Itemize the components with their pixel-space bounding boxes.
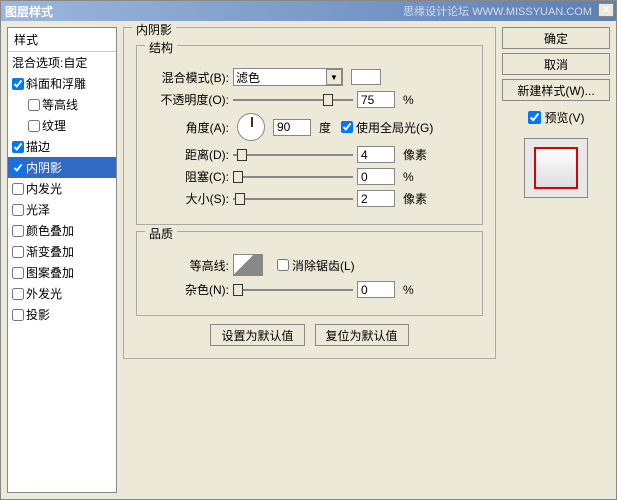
new-style-button[interactable]: 新建样式(W)... (502, 79, 610, 101)
watermark: 思缘设计论坛 WWW.MISSYUAN.COM (403, 3, 592, 19)
sidebar-item-8[interactable]: 渐变叠加 (8, 241, 116, 262)
angle-dial[interactable] (237, 113, 265, 141)
inner-shadow-panel: 内阴影 结构 混合模式(B): 滤色 ▼ (123, 27, 496, 359)
style-checkbox[interactable] (12, 141, 24, 153)
sidebar-item-2[interactable]: 纹理 (8, 115, 116, 136)
sidebar-item-10[interactable]: 外发光 (8, 283, 116, 304)
style-checkbox[interactable] (12, 162, 24, 174)
global-light-checkbox[interactable]: 使用全局光(G) (341, 119, 433, 136)
cancel-button[interactable]: 取消 (502, 53, 610, 75)
dialog-title: 图层样式 (5, 3, 403, 20)
preview-checkbox[interactable]: 预览(V) (502, 109, 610, 126)
opacity-slider[interactable] (233, 94, 353, 106)
style-checkbox[interactable] (12, 183, 24, 195)
opacity-label: 不透明度(O): (149, 91, 229, 108)
structure-group: 结构 混合模式(B): 滤色 ▼ 不透明度(O): (136, 45, 483, 225)
blend-mode-label: 混合模式(B): (149, 69, 229, 86)
noise-label: 杂色(N): (149, 281, 229, 298)
style-checkbox[interactable] (28, 120, 40, 132)
contour-label: 等高线: (149, 257, 229, 274)
quality-group: 品质 等高线: 消除锯齿(L) 杂色(N): (136, 231, 483, 316)
sidebar-item-0[interactable]: 斜面和浮雕 (8, 73, 116, 94)
sidebar-item-9[interactable]: 图案叠加 (8, 262, 116, 283)
style-checkbox[interactable] (12, 246, 24, 258)
distance-input[interactable]: 4 (357, 146, 395, 163)
antialias-checkbox[interactable]: 消除锯齿(L) (277, 257, 355, 274)
style-list: 样式 混合选项:自定 斜面和浮雕等高线纹理描边内阴影内发光光泽颜色叠加渐变叠加图… (7, 27, 117, 493)
sidebar-item-6[interactable]: 光泽 (8, 199, 116, 220)
style-checkbox[interactable] (12, 204, 24, 216)
ok-button[interactable]: 确定 (502, 27, 610, 49)
sidebar-item-1[interactable]: 等高线 (8, 94, 116, 115)
style-checkbox[interactable] (12, 225, 24, 237)
sidebar-item-4[interactable]: 内阴影 (8, 157, 116, 178)
style-checkbox[interactable] (28, 99, 40, 111)
style-checkbox[interactable] (12, 288, 24, 300)
sidebar-item-3[interactable]: 描边 (8, 136, 116, 157)
noise-input[interactable]: 0 (357, 281, 395, 298)
choke-slider[interactable] (233, 171, 353, 183)
style-checkbox[interactable] (12, 267, 24, 279)
chevron-down-icon: ▼ (326, 69, 342, 85)
noise-slider[interactable] (233, 284, 353, 296)
contour-picker[interactable] (233, 254, 263, 276)
angle-input[interactable]: 90 (273, 119, 311, 136)
reset-default-button[interactable]: 复位为默认值 (315, 324, 409, 346)
size-slider[interactable] (233, 193, 353, 205)
panel-title: 内阴影 (132, 21, 176, 38)
angle-label: 角度(A): (149, 119, 229, 136)
style-checkbox[interactable] (12, 78, 24, 90)
distance-label: 距离(D): (149, 146, 229, 163)
size-label: 大小(S): (149, 190, 229, 207)
opacity-input[interactable]: 75 (357, 91, 395, 108)
make-default-button[interactable]: 设置为默认值 (210, 324, 304, 346)
choke-label: 阻塞(C): (149, 168, 229, 185)
distance-slider[interactable] (233, 149, 353, 161)
shadow-color-swatch[interactable] (351, 69, 381, 85)
choke-input[interactable]: 0 (357, 168, 395, 185)
size-input[interactable]: 2 (357, 190, 395, 207)
blend-options[interactable]: 混合选项:自定 (8, 52, 116, 73)
sidebar-header: 样式 (8, 28, 116, 52)
sidebar-item-11[interactable]: 投影 (8, 304, 116, 325)
blend-mode-dropdown[interactable]: 滤色 ▼ (233, 68, 343, 86)
sidebar-item-5[interactable]: 内发光 (8, 178, 116, 199)
close-button[interactable]: ✕ (598, 3, 614, 17)
sidebar-item-7[interactable]: 颜色叠加 (8, 220, 116, 241)
style-checkbox[interactable] (12, 309, 24, 321)
preview-thumbnail (524, 138, 588, 198)
